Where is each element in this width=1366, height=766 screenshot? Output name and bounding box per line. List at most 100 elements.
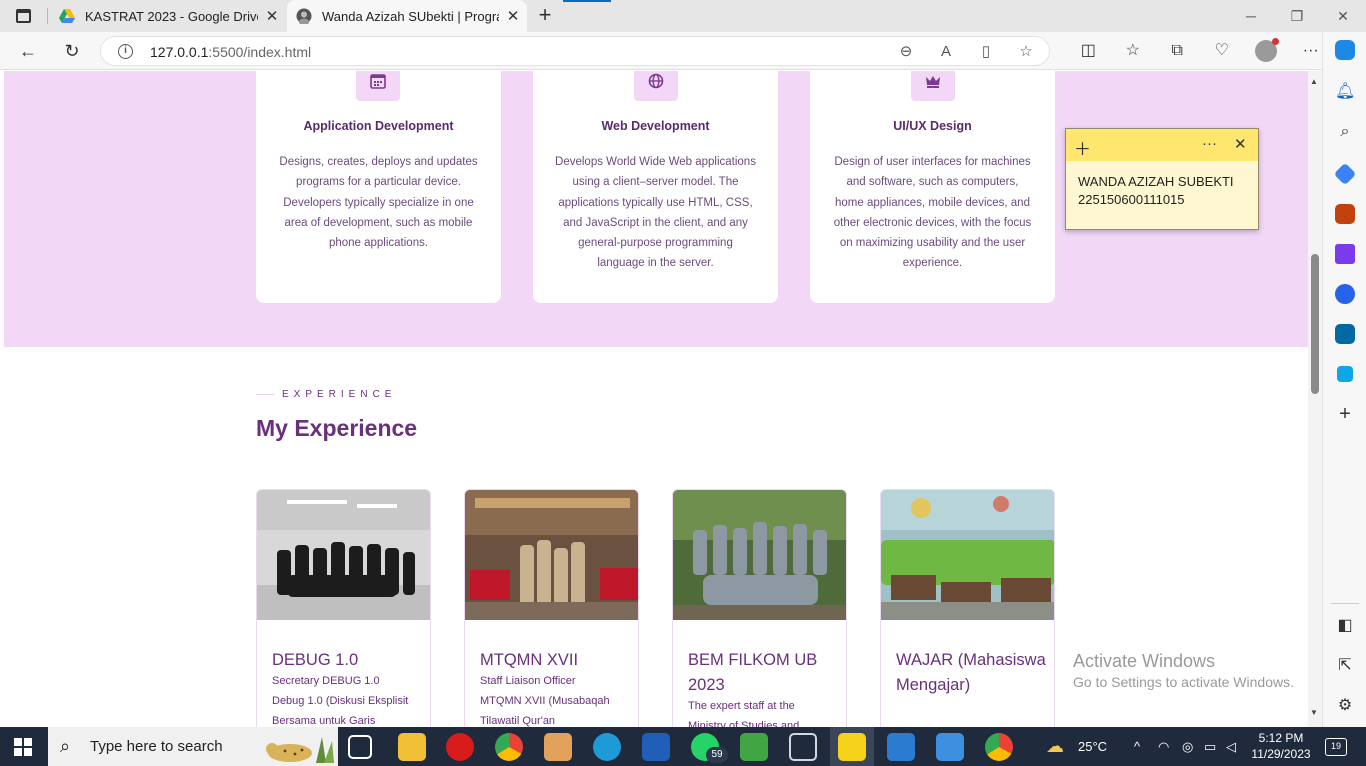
- note-menu-icon[interactable]: ···: [1202, 135, 1217, 152]
- microsoft-365-icon[interactable]: [1335, 284, 1355, 304]
- tab-label: Wanda Azizah SUbekti | Program: [322, 8, 499, 24]
- close-note-icon[interactable]: ✕: [1234, 135, 1247, 153]
- url-host: 127.0.0.1: [150, 44, 209, 60]
- watermark-subtitle: Go to Settings to activate Windows.: [1073, 674, 1294, 690]
- profile-avatar[interactable]: [1244, 37, 1289, 65]
- opera-icon[interactable]: [446, 733, 474, 761]
- close-window-icon[interactable]: ✕: [1320, 0, 1366, 32]
- qt-creator-icon[interactable]: [740, 733, 768, 761]
- restore-icon[interactable]: ❐: [1274, 0, 1320, 32]
- tab-bar: KASTRAT 2023 - Google Drive ✕ Wanda Aziz…: [0, 0, 1366, 32]
- favorite-star-icon[interactable]: ☆: [1015, 41, 1037, 63]
- service-card: Web Development Develops World Wide Web …: [533, 71, 778, 303]
- close-tab-icon[interactable]: ✕: [499, 7, 527, 25]
- add-icon[interactable]: +: [1335, 404, 1355, 424]
- search-icon: ⌕: [60, 736, 71, 756]
- split-screen-icon[interactable]: ◫: [1066, 37, 1111, 65]
- word-icon[interactable]: [642, 733, 670, 761]
- taskbar-search[interactable]: ⌕ Type here to search: [48, 727, 338, 766]
- tools-icon[interactable]: [1335, 204, 1355, 224]
- tab-actions-icon[interactable]: [16, 9, 31, 23]
- site-info-icon[interactable]: i: [118, 44, 133, 59]
- experience-card[interactable]: BEM FILKOM UB 2023 The expert staff at t…: [672, 489, 847, 727]
- sticky-note[interactable]: ＋ ··· ✕ WANDA AZIZAH SUBEKTI 22515060011…: [1065, 128, 1259, 230]
- tab-google-drive[interactable]: KASTRAT 2023 - Google Drive ✕: [50, 0, 286, 32]
- photos-icon[interactable]: [936, 733, 964, 761]
- sticky-notes-icon[interactable]: [838, 733, 866, 761]
- scroll-up-icon[interactable]: ▲: [1310, 77, 1318, 86]
- experience-photo: [465, 490, 638, 620]
- camera-icon[interactable]: ◎: [1182, 727, 1193, 766]
- battery-icon[interactable]: ▭: [1204, 727, 1216, 766]
- experience-photo: [673, 490, 846, 620]
- file-explorer-icon[interactable]: [398, 733, 426, 761]
- drop-icon[interactable]: [1337, 366, 1353, 382]
- task-view-icon[interactable]: [348, 735, 372, 759]
- accent-line: [563, 0, 611, 2]
- experience-card[interactable]: MTQMN XVII Staff Liaison Officer MTQMN X…: [464, 489, 639, 727]
- watermark-title: Activate Windows: [1073, 651, 1216, 671]
- url-path: :5500/index.html: [208, 44, 312, 60]
- activate-windows-watermark: Activate Windows Go to Settings to activ…: [1073, 651, 1294, 690]
- scroll-down-icon[interactable]: ▼: [1310, 708, 1318, 717]
- service-title: UI/UX Design: [893, 119, 972, 133]
- show-hidden-icons[interactable]: ^: [1134, 727, 1140, 766]
- browser-essentials-icon[interactable]: ♡: [1200, 37, 1245, 65]
- experience-card[interactable]: DEBUG 1.0 Secretary DEBUG 1.0 Debug 1.0 …: [256, 489, 431, 727]
- page-scrollbar[interactable]: ▲ ▼: [1308, 71, 1322, 727]
- tab-portfolio[interactable]: Wanda Azizah SUbekti | Program ✕: [287, 0, 527, 32]
- windows-start-icon[interactable]: [14, 738, 32, 756]
- service-description: Design of user interfaces for machines a…: [833, 156, 1032, 270]
- read-aloud-icon[interactable]: A: [935, 41, 957, 63]
- sticky-note-body[interactable]: WANDA AZIZAH SUBEKTI 225150600111015: [1066, 161, 1258, 221]
- outlook-icon[interactable]: [1335, 324, 1355, 344]
- vscode-icon[interactable]: [887, 733, 915, 761]
- copilot-icon[interactable]: [1335, 40, 1355, 60]
- shopping-tag-icon[interactable]: [1333, 162, 1357, 186]
- volume-icon[interactable]: ◁: [1226, 727, 1236, 766]
- tab-label: KASTRAT 2023 - Google Drive: [85, 8, 258, 24]
- search-icon[interactable]: ⌕: [1335, 122, 1355, 142]
- favorites-icon[interactable]: ☆: [1111, 37, 1156, 65]
- experience-card[interactable]: WAJAR (Mahasiswa Mengajar): [880, 489, 1055, 727]
- globe-icon: [634, 71, 678, 101]
- tab-divider: [47, 8, 48, 24]
- experience-description: Bersama untuk Garis: [272, 715, 376, 727]
- note-line: WANDA AZIZAH SUBEKTI: [1078, 174, 1234, 189]
- crown-icon: [911, 71, 955, 101]
- scrollbar-thumb[interactable]: [1311, 254, 1319, 394]
- service-title: Web Development: [601, 119, 710, 133]
- experience-role: Staff Liaison Officer: [480, 675, 576, 687]
- address-bar[interactable]: i 127.0.0.1:5500/index.html ⊖ A ▯ ☆: [100, 36, 1050, 66]
- settings-gear-icon[interactable]: ⚙: [1335, 696, 1355, 716]
- back-icon[interactable]: ←: [16, 39, 40, 63]
- url-text[interactable]: 127.0.0.1:5500/index.html: [150, 44, 311, 60]
- experience-eyebrow: EXPERIENCE: [256, 389, 396, 400]
- edge-sidebar: 🔔︎ ⌕ + ◧ ⇱ ⚙: [1322, 32, 1366, 727]
- eyebrow-line: [256, 394, 274, 395]
- virtualbox-icon[interactable]: [789, 733, 817, 761]
- chrome-icon[interactable]: [495, 733, 523, 761]
- sticky-note-header[interactable]: ＋ ··· ✕: [1066, 129, 1258, 161]
- chrome-profile-icon[interactable]: [985, 733, 1013, 761]
- stack-app-icon[interactable]: [544, 733, 572, 761]
- close-tab-icon[interactable]: ✕: [258, 7, 286, 25]
- wifi-icon[interactable]: ◠: [1158, 727, 1169, 766]
- temperature[interactable]: 25°C: [1078, 727, 1107, 766]
- external-link-icon[interactable]: ⇱: [1335, 656, 1355, 676]
- weather-icon[interactable]: ☁: [1046, 727, 1064, 766]
- experience-description: MTQMN XVII (Musabaqah: [480, 695, 610, 707]
- zoom-out-icon[interactable]: ⊖: [895, 41, 917, 63]
- notification-center-icon[interactable]: 19: [1325, 738, 1347, 756]
- immersive-reader-icon[interactable]: ▯: [975, 41, 997, 63]
- system-clock[interactable]: 5:12 PM 11/29/2023: [1248, 730, 1314, 762]
- new-tab-icon[interactable]: +: [534, 4, 556, 26]
- edge-icon[interactable]: [593, 733, 621, 761]
- hide-sidebar-icon[interactable]: ◧: [1335, 616, 1355, 636]
- add-note-icon[interactable]: ＋: [1074, 135, 1091, 160]
- bell-icon[interactable]: 🔔︎: [1335, 82, 1355, 102]
- refresh-icon[interactable]: ↻: [60, 39, 84, 63]
- games-icon[interactable]: [1335, 244, 1355, 264]
- collections-icon[interactable]: ⧉: [1155, 37, 1200, 65]
- minimize-icon[interactable]: ─: [1228, 0, 1274, 32]
